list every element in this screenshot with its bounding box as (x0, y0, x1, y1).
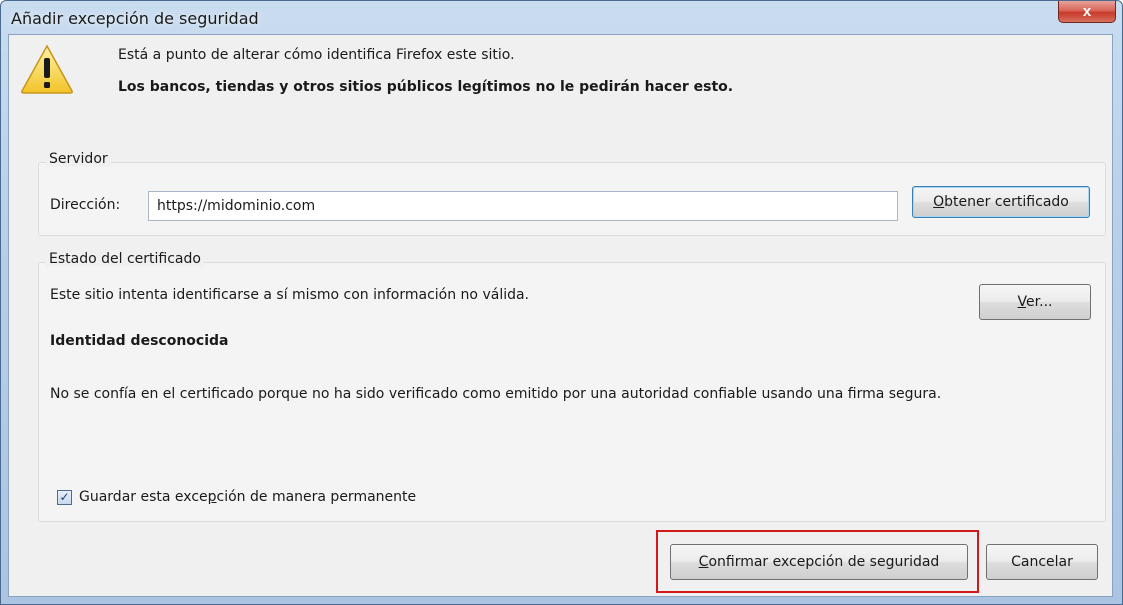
address-label: Dirección: (50, 197, 121, 213)
identity-heading: Identidad desconocida (50, 333, 229, 349)
get-certificate-button[interactable]: Obtener certificado (912, 186, 1090, 218)
close-button[interactable]: x (1058, 1, 1116, 23)
certificate-description: Este sitio intenta identificarse a sí mi… (50, 287, 530, 303)
view-accesskey: V (1017, 294, 1027, 310)
view-label: er... (1026, 294, 1053, 310)
warning-message-bold: Los bancos, tiendas y otros sitios públi… (118, 79, 734, 95)
warning-message: Está a punto de alterar cómo identifica … (118, 47, 515, 63)
window-title: Añadir excepción de seguridad (11, 9, 259, 28)
save-permanent-label-part2: ción de manera permanente (216, 489, 417, 505)
save-permanent-label[interactable]: Guardar esta excepción de manera permane… (79, 489, 416, 505)
certificate-status-legend: Estado del certificado (46, 251, 204, 267)
confirm-accesskey: C (698, 554, 709, 570)
view-certificate-button[interactable]: Ver... (979, 284, 1091, 320)
confirm-label: onfirmar excepción de seguridad (708, 554, 940, 570)
get-certificate-label: btener certificado (944, 194, 1069, 210)
server-legend: Servidor (46, 151, 111, 167)
cancel-button[interactable]: Cancelar (986, 544, 1098, 580)
address-input[interactable] (148, 191, 898, 221)
save-permanent-accesskey: p (207, 489, 217, 505)
warning-triangle-icon (21, 44, 73, 94)
get-certificate-accesskey: O (933, 194, 945, 210)
checkmark-icon: ✓ (59, 490, 70, 504)
close-icon: x (1082, 3, 1092, 20)
save-permanent-checkbox[interactable]: ✓ (57, 490, 72, 505)
certificate-detail: No se confía en el certificado porque no… (50, 386, 942, 402)
save-permanent-label-part1: Guardar esta exce (79, 489, 208, 505)
title-bar[interactable]: Añadir excepción de seguridad x (1, 1, 1122, 35)
confirm-exception-button[interactable]: Confirmar excepción de seguridad (670, 544, 968, 580)
